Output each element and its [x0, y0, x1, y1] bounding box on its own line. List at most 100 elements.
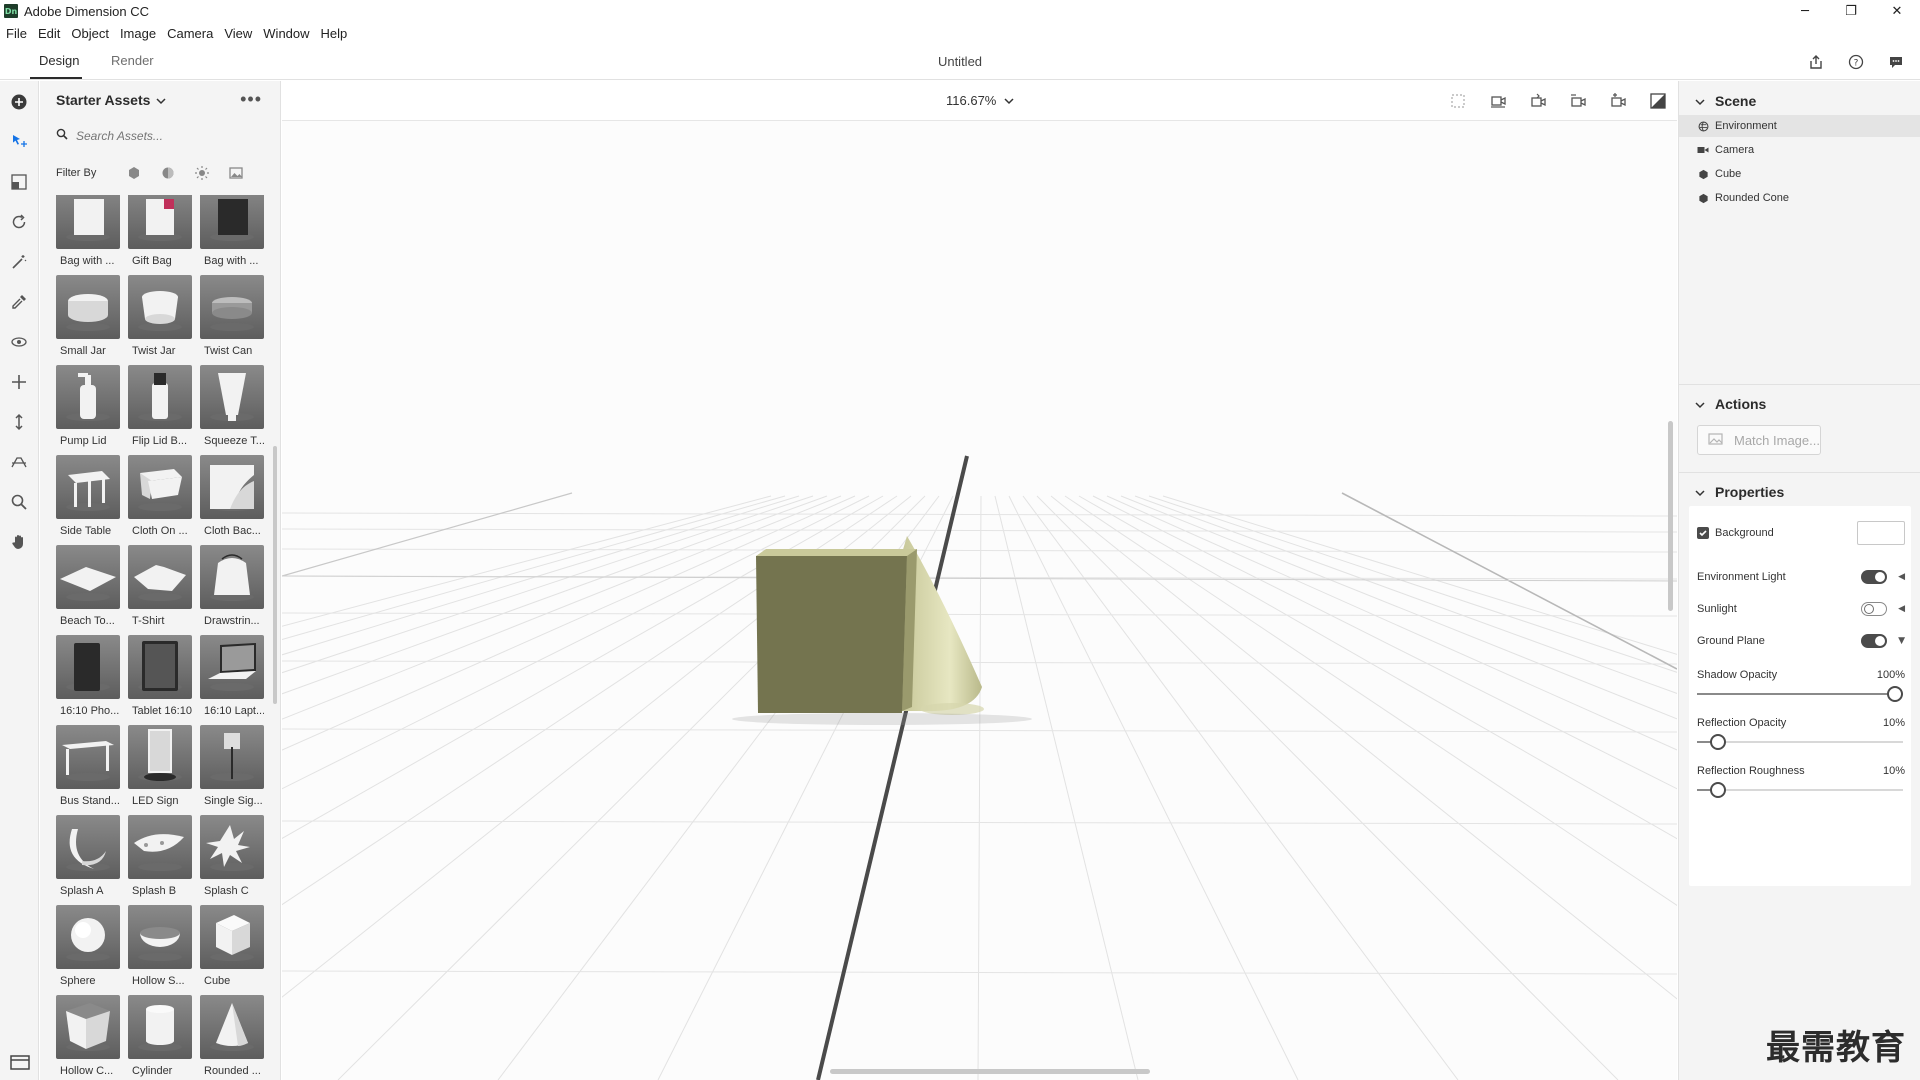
- slider-handle[interactable]: [1887, 686, 1903, 702]
- scene-item-rounded-cone[interactable]: Rounded Cone: [1679, 187, 1920, 209]
- caret-down-icon[interactable]: ▼: [1898, 636, 1905, 646]
- shadow-opacity-slider[interactable]: [1697, 686, 1903, 702]
- menu-file[interactable]: File: [6, 26, 27, 41]
- zoom-icon[interactable]: [7, 490, 31, 514]
- asset-tile[interactable]: LED Sign: [128, 725, 192, 815]
- asset-tile[interactable]: Bus Stand...: [56, 725, 120, 815]
- orbit-icon[interactable]: [7, 330, 31, 354]
- 3d-viewport[interactable]: [282, 121, 1677, 1080]
- eyedropper-icon[interactable]: [7, 290, 31, 314]
- cube-object[interactable]: [756, 549, 917, 713]
- assets-scrollbar[interactable]: [273, 446, 277, 704]
- select-tool-icon[interactable]: [7, 130, 31, 154]
- asset-tile[interactable]: Cloth On ...: [128, 455, 192, 545]
- filter-images-icon[interactable]: [228, 165, 244, 181]
- asset-tile[interactable]: Side Table: [56, 455, 120, 545]
- asset-tile[interactable]: Twist Jar: [128, 275, 192, 365]
- menu-camera[interactable]: Camera: [167, 26, 213, 41]
- asset-tile[interactable]: Beach To...: [56, 545, 120, 635]
- rotate-tool-icon[interactable]: [7, 210, 31, 234]
- asset-tile[interactable]: Bag with ...: [200, 195, 264, 275]
- asset-tile[interactable]: Hollow S...: [128, 905, 192, 995]
- asset-tile[interactable]: Splash B: [128, 815, 192, 905]
- hand-icon[interactable]: [7, 530, 31, 554]
- asset-tile[interactable]: Single Sig...: [200, 725, 264, 815]
- horizon-icon[interactable]: [7, 450, 31, 474]
- asset-tile[interactable]: Rounded ...: [200, 995, 264, 1080]
- menu-object[interactable]: Object: [71, 26, 109, 41]
- menu-window[interactable]: Window: [263, 26, 309, 41]
- filter-models-icon[interactable]: [126, 165, 142, 181]
- add-icon[interactable]: [7, 90, 31, 114]
- slider-handle[interactable]: [1709, 782, 1726, 798]
- more-options-icon[interactable]: •••: [240, 89, 262, 110]
- asset-tile[interactable]: Hollow C...: [56, 995, 120, 1080]
- reflection-opacity-slider[interactable]: [1697, 734, 1903, 750]
- background-color-swatch[interactable]: [1857, 521, 1905, 545]
- filter-lights-icon[interactable]: [194, 165, 210, 181]
- asset-tile[interactable]: Cloth Bac...: [200, 455, 264, 545]
- camera-bookmark-icon[interactable]: [1607, 90, 1629, 112]
- filter-materials-icon[interactable]: [160, 165, 176, 181]
- menu-view[interactable]: View: [224, 26, 252, 41]
- zoom-dropdown[interactable]: 116.67%: [946, 93, 1014, 108]
- asset-tile[interactable]: Squeeze T...: [200, 365, 264, 455]
- asset-tile[interactable]: Pump Lid: [56, 365, 120, 455]
- slider-handle[interactable]: [1709, 734, 1726, 750]
- caret-left-icon[interactable]: ◀: [1898, 604, 1905, 614]
- panel-toggle-icon[interactable]: [9, 1053, 31, 1071]
- asset-tile[interactable]: Flip Lid B...: [128, 365, 192, 455]
- ground-plane-toggle[interactable]: [1861, 634, 1887, 648]
- asset-tile[interactable]: Splash A: [56, 815, 120, 905]
- asset-thumbnail: [56, 635, 120, 699]
- menu-edit[interactable]: Edit: [38, 26, 60, 41]
- environment-light-toggle[interactable]: [1861, 570, 1887, 584]
- close-button[interactable]: ✕: [1874, 0, 1920, 22]
- reflection-roughness-slider[interactable]: [1697, 782, 1903, 798]
- menu-image[interactable]: Image: [120, 26, 156, 41]
- scene-item-environment[interactable]: Environment: [1679, 115, 1920, 137]
- asset-thumbnail: [200, 275, 264, 339]
- assets-source-dropdown[interactable]: Starter Assets: [56, 92, 166, 108]
- caret-left-icon[interactable]: ◀: [1898, 572, 1905, 582]
- share-icon[interactable]: [1806, 52, 1826, 72]
- minimize-button[interactable]: ─: [1782, 0, 1828, 22]
- match-image-button[interactable]: Match Image...: [1697, 425, 1821, 455]
- asset-tile[interactable]: Gift Bag: [128, 195, 192, 275]
- camera-pan-icon[interactable]: [1527, 90, 1549, 112]
- canvas-vertical-scrollbar[interactable]: [1668, 421, 1673, 611]
- help-icon[interactable]: ?: [1846, 52, 1866, 72]
- restore-button[interactable]: ❐: [1828, 0, 1874, 22]
- dolly-icon[interactable]: [7, 410, 31, 434]
- background-checkbox[interactable]: [1697, 527, 1709, 539]
- asset-tile[interactable]: Drawstrin...: [200, 545, 264, 635]
- scene-item-camera[interactable]: Camera: [1679, 139, 1920, 161]
- asset-tile[interactable]: Small Jar: [56, 275, 120, 365]
- frame-icon[interactable]: [1447, 90, 1469, 112]
- pan-cross-icon[interactable]: [7, 370, 31, 394]
- camera-dolly-icon[interactable]: [1567, 90, 1589, 112]
- asset-tile[interactable]: Sphere: [56, 905, 120, 995]
- canvas-horizontal-scrollbar[interactable]: [830, 1069, 1150, 1074]
- sunlight-toggle[interactable]: [1861, 602, 1887, 616]
- feedback-icon[interactable]: [1886, 52, 1906, 72]
- asset-tile[interactable]: Bag with ...: [56, 195, 120, 275]
- camera-orbit-icon[interactable]: [1487, 90, 1509, 112]
- asset-tile[interactable]: Splash C: [200, 815, 264, 905]
- scale-tool-icon[interactable]: [7, 170, 31, 194]
- asset-tile[interactable]: T-Shirt: [128, 545, 192, 635]
- asset-tile[interactable]: Twist Can: [200, 275, 264, 365]
- asset-tile[interactable]: 16:10 Lapt...: [200, 635, 264, 725]
- scene-item-cube[interactable]: Cube: [1679, 163, 1920, 185]
- properties-section-header[interactable]: Properties: [1695, 484, 1784, 500]
- scene-section-header[interactable]: Scene: [1695, 93, 1756, 109]
- asset-tile[interactable]: Cube: [200, 905, 264, 995]
- menu-help[interactable]: Help: [321, 26, 348, 41]
- asset-tile[interactable]: 16:10 Pho...: [56, 635, 120, 725]
- actions-section-header[interactable]: Actions: [1695, 396, 1766, 412]
- asset-tile[interactable]: Tablet 16:10: [128, 635, 192, 725]
- magic-wand-icon[interactable]: [7, 250, 31, 274]
- render-preview-icon[interactable]: [1647, 90, 1669, 112]
- asset-tile[interactable]: Cylinder: [128, 995, 192, 1080]
- search-input[interactable]: [76, 129, 256, 143]
